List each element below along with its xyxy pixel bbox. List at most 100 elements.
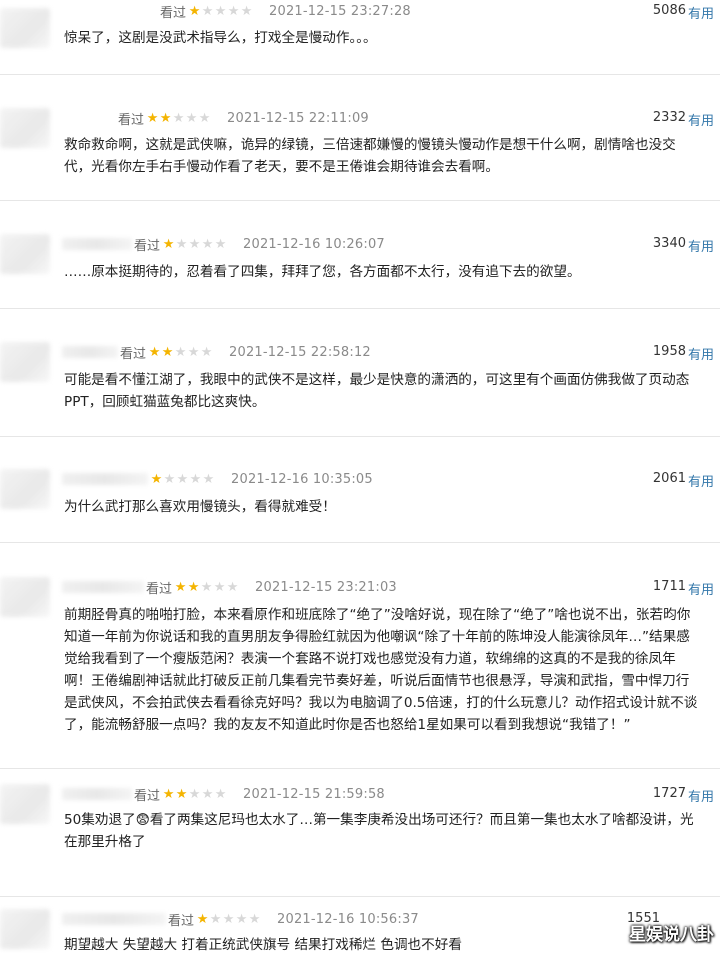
star-icon: ★ xyxy=(185,110,198,126)
star-icon: ★ xyxy=(172,110,185,126)
avatar[interactable] xyxy=(0,469,50,509)
seen-label: 看过 xyxy=(168,913,195,929)
avatar[interactable] xyxy=(0,108,50,148)
useful-button[interactable]: 有用 xyxy=(688,471,714,490)
avatar[interactable] xyxy=(0,342,50,382)
review-text: 可能是看不懂江湖了，我眼中的武侠不是这样，最少是快意的潇洒的，可这里有个画面仿佛… xyxy=(64,372,690,410)
vote-count: 1711 xyxy=(652,579,686,594)
seen-label: 看过 xyxy=(134,238,161,254)
review-time: 2021-12-15 23:27:28 xyxy=(269,3,411,19)
star-icon: ★ xyxy=(213,579,226,595)
username[interactable] xyxy=(62,238,132,250)
seen-label: 看过 xyxy=(160,5,187,21)
star-icon: ★ xyxy=(159,110,172,126)
vote-count: 2332 xyxy=(652,110,686,125)
vote-count: 1958 xyxy=(652,344,686,359)
star-icon: ★ xyxy=(188,786,201,802)
review-text: 救命救命啊，这就是武侠嘛，诡异的绿镜，三倍速都嫌慢的慢镜头慢动作是想干什么啊，剧… xyxy=(64,137,676,175)
useful-button[interactable]: 有用 xyxy=(688,344,714,363)
review-time: 2021-12-15 23:21:03 xyxy=(255,579,397,595)
review-meta: 看过 ★ ★ ★ ★ ★ 2021-12-15 22:58:12 xyxy=(120,342,371,362)
review-meta: ★ ★ ★ ★ ★ 2021-12-16 10:35:05 xyxy=(150,469,373,489)
star-icon: ★ xyxy=(163,471,176,487)
star-icon: ★ xyxy=(214,786,227,802)
star-icon: ★ xyxy=(187,579,200,595)
avatar[interactable] xyxy=(0,784,50,824)
vote-count: 1727 xyxy=(652,786,686,801)
rating-stars: ★ ★ ★ ★ ★ xyxy=(148,346,213,359)
review-meta: 看过 ★ ★ ★ ★ ★ 2021-12-15 22:11:09 xyxy=(118,108,369,128)
avatar[interactable] xyxy=(0,909,50,949)
star-icon: ★ xyxy=(235,911,248,927)
rating-stars: ★ ★ ★ ★ ★ xyxy=(196,913,261,926)
review-text: ……原本挺期待的，忍着看了四集，拜拜了您，各方面都不太行，没有追下去的欲望。 xyxy=(64,264,581,280)
star-icon: ★ xyxy=(188,3,201,19)
star-icon: ★ xyxy=(176,471,189,487)
divider xyxy=(0,308,720,309)
vote-count: 2061 xyxy=(652,471,686,486)
review-time: 2021-12-16 10:56:37 xyxy=(277,911,419,927)
review-text: 期望越大 失望越大 打着正统武侠旗号 结果打戏稀烂 色调也不好看 xyxy=(64,937,462,953)
useful-button[interactable]: 有用 xyxy=(688,579,714,598)
divider xyxy=(0,436,720,437)
username[interactable] xyxy=(62,581,144,593)
username[interactable] xyxy=(62,346,118,358)
seen-label: 看过 xyxy=(134,788,161,804)
star-icon: ★ xyxy=(201,786,214,802)
star-icon: ★ xyxy=(161,344,174,360)
useful-button[interactable]: 有用 xyxy=(688,110,714,129)
useful-button[interactable]: 有用 xyxy=(688,786,714,805)
seen-label: 看过 xyxy=(146,581,173,597)
review-meta: 看过 ★ ★ ★ ★ ★ 2021-12-15 23:21:03 xyxy=(146,577,397,597)
star-icon: ★ xyxy=(198,110,211,126)
review-time: 2021-12-15 22:11:09 xyxy=(227,110,369,126)
star-icon: ★ xyxy=(201,3,214,19)
rating-stars: ★ ★ ★ ★ ★ xyxy=(162,788,227,801)
seen-label: 看过 xyxy=(120,346,147,362)
divider xyxy=(0,768,720,769)
review-meta: 看过 ★ ★ ★ ★ ★ 2021-12-15 21:59:58 xyxy=(134,784,385,804)
useful-button[interactable]: 有用 xyxy=(688,236,714,255)
star-icon: ★ xyxy=(240,3,253,19)
avatar[interactable] xyxy=(0,234,50,274)
username[interactable] xyxy=(62,788,132,800)
star-icon: ★ xyxy=(162,236,175,252)
star-icon: ★ xyxy=(148,344,161,360)
star-icon: ★ xyxy=(209,911,222,927)
divider xyxy=(0,896,720,897)
star-icon: ★ xyxy=(150,471,163,487)
avatar[interactable] xyxy=(0,8,50,48)
watermark: 星娱说八卦 xyxy=(629,925,714,945)
username[interactable] xyxy=(62,473,148,485)
star-icon: ★ xyxy=(214,236,227,252)
star-icon: ★ xyxy=(175,236,188,252)
star-icon: ★ xyxy=(188,236,201,252)
avatar[interactable] xyxy=(0,577,50,617)
username[interactable] xyxy=(62,913,166,925)
review-text: 为什么武打那么喜欢用慢镜头，看得就难受！ xyxy=(64,499,336,515)
useful-button[interactable]: 有用 xyxy=(688,3,714,22)
star-icon: ★ xyxy=(200,579,213,595)
vote-count: 5086 xyxy=(652,3,686,18)
star-icon: ★ xyxy=(227,3,240,19)
review-text: 前期胫骨真的啪啪打脸，本来看原作和班底除了“绝了”没啥好说，现在除了“绝了”啥也… xyxy=(64,607,698,733)
review-meta: 看过 ★ ★ ★ ★ ★ 2021-12-15 23:27:28 xyxy=(160,1,411,21)
star-icon: ★ xyxy=(214,3,227,19)
review-time: 2021-12-15 21:59:58 xyxy=(243,786,385,802)
star-icon: ★ xyxy=(202,471,215,487)
review-meta: 看过 ★ ★ ★ ★ ★ 2021-12-16 10:56:37 xyxy=(168,909,419,929)
rating-stars: ★ ★ ★ ★ ★ xyxy=(162,238,227,251)
star-icon: ★ xyxy=(201,236,214,252)
divider xyxy=(0,542,720,543)
review-time: 2021-12-16 10:26:07 xyxy=(243,236,385,252)
star-icon: ★ xyxy=(222,911,235,927)
review-meta: 看过 ★ ★ ★ ★ ★ 2021-12-16 10:26:07 xyxy=(134,234,385,254)
rating-stars: ★ ★ ★ ★ ★ xyxy=(150,473,215,486)
star-icon: ★ xyxy=(248,911,261,927)
star-icon: ★ xyxy=(226,579,239,595)
divider xyxy=(0,200,720,201)
star-icon: ★ xyxy=(189,471,202,487)
star-icon: ★ xyxy=(174,344,187,360)
divider xyxy=(0,74,720,75)
star-icon: ★ xyxy=(146,110,159,126)
